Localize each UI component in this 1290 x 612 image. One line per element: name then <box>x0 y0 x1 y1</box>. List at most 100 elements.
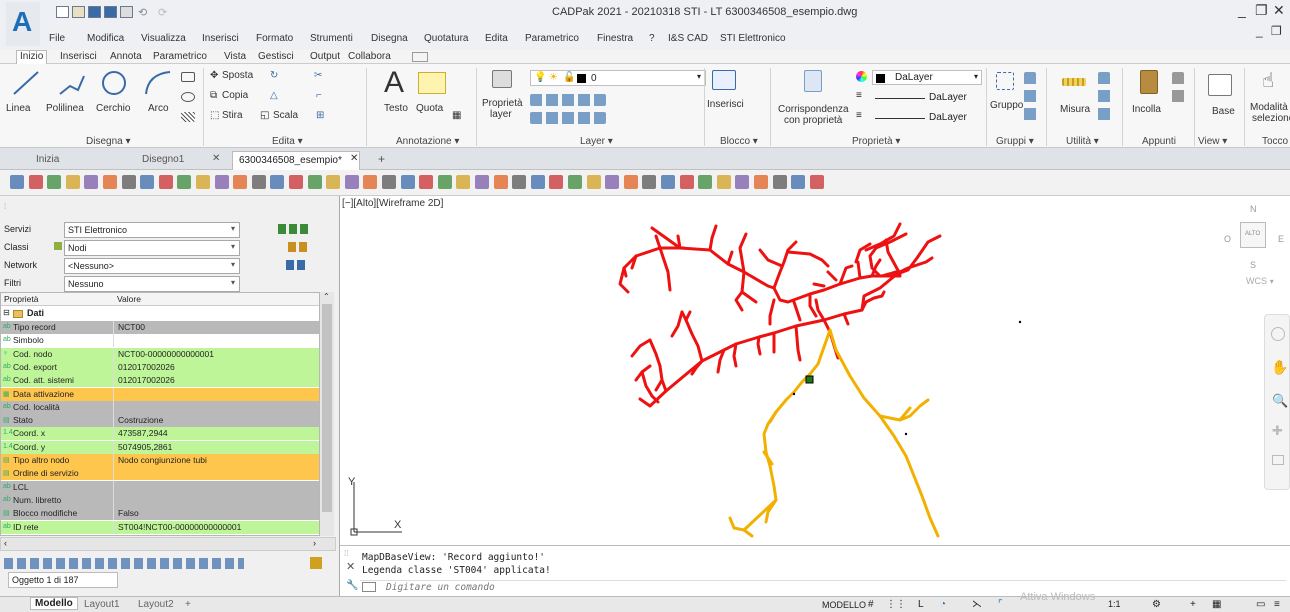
maximize-icon[interactable]: ❐ <box>1255 2 1268 19</box>
map-tool-icon[interactable] <box>251 175 266 189</box>
table-row[interactable]: 1.4 Coord. y 5074905,2861 <box>1 440 319 454</box>
map-tool-icon[interactable] <box>307 175 322 189</box>
collapse-icon[interactable]: ⊟ <box>3 308 10 317</box>
tab-collabora[interactable]: Collabora <box>348 51 391 62</box>
text-tool-icon[interactable]: A <box>384 66 404 100</box>
layer-dropdown[interactable]: 💡 ☀ 🔓 0 ▾ <box>530 70 706 86</box>
record-nav-icons[interactable] <box>4 558 244 569</box>
measure-icon[interactable] <box>1062 78 1086 86</box>
new-tab-button[interactable]: + <box>378 152 385 166</box>
clipboard-tools-icon[interactable] <box>1172 72 1184 104</box>
dimension-tool-icon[interactable] <box>418 72 446 94</box>
map-tool-icon[interactable] <box>642 175 657 189</box>
property-value[interactable]: Falso <box>113 507 309 521</box>
compass-n[interactable]: N <box>1250 204 1257 214</box>
table-scrollbar[interactable]: ⌃ <box>320 292 334 536</box>
table-row[interactable]: ▤ Tipo altro nodo Nodo congiunzione tubi <box>1 454 319 467</box>
close-icon[interactable]: ✕ <box>350 153 358 164</box>
doc-minimize-icon[interactable]: _ <box>1256 24 1263 38</box>
move-label[interactable]: Sposta <box>222 70 253 81</box>
map-tool-icon[interactable] <box>270 175 285 189</box>
copy-icon[interactable]: ⧉ <box>210 90 217 101</box>
touch-select-icon[interactable]: ☝ <box>1262 68 1274 93</box>
linetype-dropdown[interactable]: DaLayer <box>872 90 982 105</box>
filtri-combo[interactable]: Nessuno ▾ <box>64 276 240 292</box>
showmotion-icon[interactable] <box>1272 455 1284 465</box>
property-value[interactable]: Nodo congiunzione tubi <box>113 454 309 467</box>
table-row[interactable]: ab Cod. att. sistemi 012017002026 <box>1 374 319 388</box>
tab-annota[interactable]: Annota <box>110 51 142 62</box>
layer-panel-title[interactable]: Layer ▾ <box>580 136 613 147</box>
map-tool-icon[interactable] <box>289 175 303 189</box>
open-file-icon[interactable] <box>72 6 85 18</box>
menu-icon[interactable]: ≡ <box>1274 599 1280 610</box>
insert-block-label[interactable]: Inserisci <box>707 99 744 110</box>
block-panel-title[interactable]: Blocco ▾ <box>720 136 758 147</box>
horizontal-scrollbar[interactable]: ‹ › <box>0 537 336 551</box>
class-tools-icon[interactable] <box>288 242 308 252</box>
map-tool-icon[interactable] <box>400 175 415 189</box>
touch-panel-title[interactable]: Tocco <box>1262 136 1288 147</box>
scroll-left-icon[interactable]: ‹ <box>4 538 7 548</box>
fillet-icon[interactable]: ⌐ <box>316 90 322 101</box>
layer-properties-label-2[interactable]: layer <box>490 109 512 120</box>
menu-strumenti[interactable]: Strumenti <box>310 33 353 44</box>
map-tool-icon[interactable] <box>196 175 210 189</box>
circle-tool-label[interactable]: Cerchio <box>96 103 130 114</box>
scroll-up-icon[interactable]: ⌃ <box>323 292 330 301</box>
network-tools-icon[interactable] <box>286 260 308 270</box>
tab-inizio[interactable]: Inizio <box>16 50 48 65</box>
map-tool-icon[interactable] <box>140 175 155 189</box>
map-tool-icon[interactable] <box>754 175 768 189</box>
map-tool-icon[interactable] <box>661 175 675 189</box>
table-row[interactable]: ▤ Stato Costruzione <box>1 414 319 428</box>
circle-tool-icon[interactable] <box>98 68 130 98</box>
doc-tab-esempio[interactable]: 6300346508_esempio* <box>232 151 360 170</box>
viewcube-face[interactable]: ALTO <box>1240 222 1266 248</box>
map-tool-icon[interactable] <box>177 175 192 189</box>
zoom-icon[interactable]: 🔍 <box>1272 393 1288 409</box>
map-tool-icon[interactable] <box>233 175 248 189</box>
map-tool-icon[interactable] <box>716 175 731 189</box>
wrench-icon[interactable]: 🔧 <box>346 580 358 591</box>
mirror-icon[interactable]: △ <box>270 90 278 101</box>
plus-icon[interactable]: + <box>1190 599 1196 610</box>
scroll-thumb[interactable] <box>322 304 332 512</box>
properties-panel-title[interactable]: Proprietà ▾ <box>852 136 900 147</box>
table-row[interactable]: ab Cod. località <box>1 400 319 414</box>
property-value[interactable] <box>113 467 309 481</box>
layout-tab-layout1[interactable]: Layout1 <box>84 599 120 610</box>
osnap-icon[interactable]: ⌜ <box>998 599 1003 610</box>
table-row[interactable]: ab ID rete ST004!NCT00-00000000000001 <box>1 520 319 534</box>
table-row[interactable]: ▦ Data attivazione <box>1 387 319 401</box>
close-icon[interactable]: ✕ <box>1273 2 1285 19</box>
rectangle-tool-icon[interactable] <box>181 72 195 82</box>
table-tool-icon[interactable]: ▦ <box>452 110 461 121</box>
paste-label[interactable]: Incolla <box>1132 104 1161 115</box>
table-row[interactable]: ab LCL <box>1 480 319 494</box>
layer-tools-row1-icon[interactable] <box>530 94 606 106</box>
property-value[interactable] <box>113 400 309 414</box>
close-icon[interactable]: ✕ <box>346 560 355 573</box>
polyline-tool-label[interactable]: Polilinea <box>46 103 84 114</box>
table-row[interactable]: 1.4 Coord. x 473587,2944 <box>1 427 319 441</box>
minimize-icon[interactable]: _ <box>1238 2 1246 18</box>
map-tool-icon[interactable] <box>158 175 173 189</box>
map-tool-icon[interactable] <box>679 175 694 189</box>
dimension-tool-label[interactable]: Quota <box>416 103 443 114</box>
map-tool-icon[interactable] <box>809 175 824 189</box>
map-tool-icon[interactable] <box>772 175 787 189</box>
steering-wheel-icon[interactable] <box>1271 327 1285 341</box>
tab-gestisci[interactable]: Gestisci <box>258 51 294 62</box>
table-row[interactable]: ab Cod. export 012017002026 <box>1 360 319 374</box>
property-value[interactable]: 012017002026 <box>113 360 309 374</box>
map-tool-icon[interactable] <box>214 175 229 189</box>
property-value[interactable]: NCT00 <box>113 321 309 334</box>
rotate-icon[interactable]: ↻ <box>270 70 278 81</box>
map-tool-icon[interactable] <box>512 175 527 189</box>
menu-disegna[interactable]: Disegna <box>371 33 408 44</box>
property-value[interactable]: ST004!NCT00-00000000000001 <box>113 520 309 534</box>
grid-icon[interactable]: # <box>868 599 874 610</box>
base-view-label[interactable]: Base <box>1212 106 1235 117</box>
property-value[interactable] <box>113 334 309 348</box>
